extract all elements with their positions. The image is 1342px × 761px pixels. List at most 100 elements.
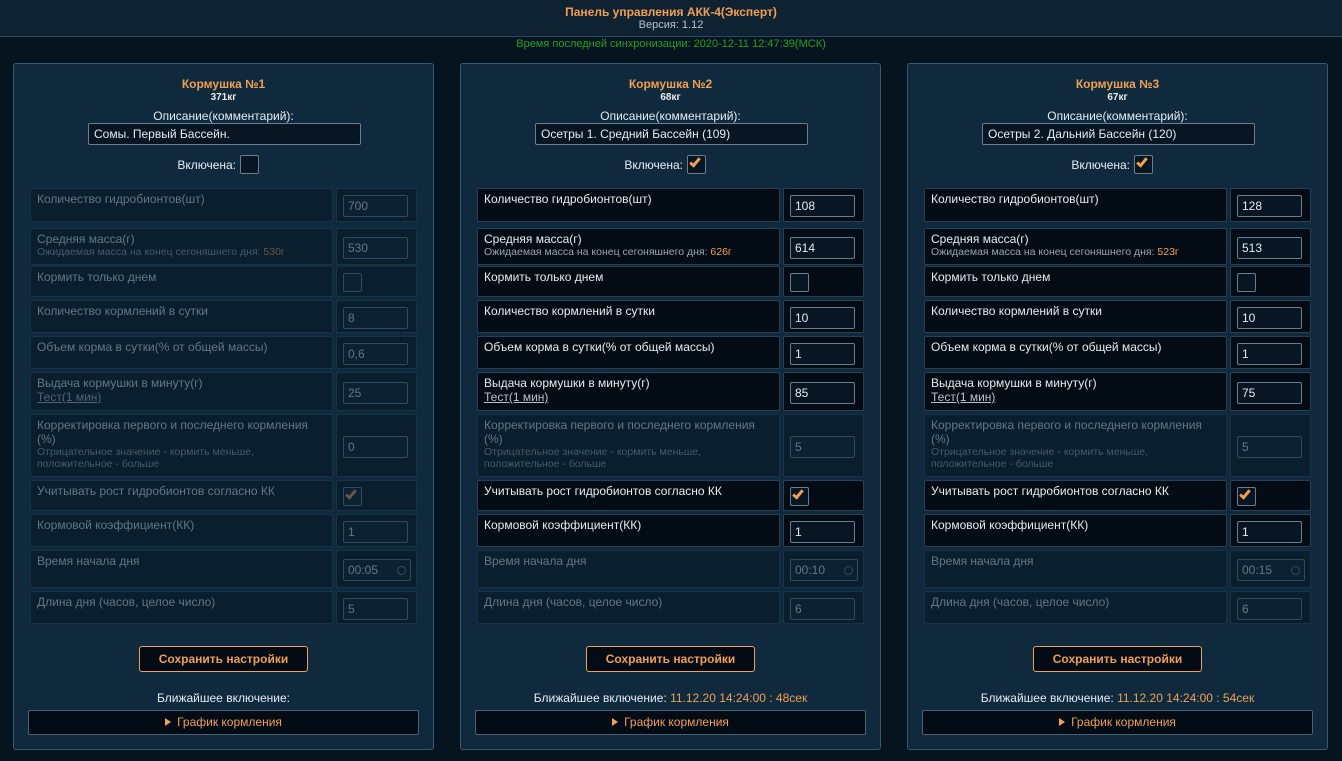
feed-coef-input[interactable]: 1 (1237, 521, 1302, 543)
feedings-per-day-input[interactable]: 8 (343, 307, 408, 329)
triangle-right-icon (612, 718, 619, 726)
description-input[interactable]: Осетры 2. Дальний Бассейн (120) (982, 123, 1255, 145)
check-icon (1239, 487, 1251, 500)
feedings-per-day-input[interactable]: 10 (790, 307, 855, 329)
growth-checkbox[interactable] (790, 487, 809, 506)
feed-volume-input[interactable]: 1 (790, 343, 855, 365)
feed-volume-input[interactable]: 0,6 (343, 343, 408, 365)
day-only-value-cell (783, 266, 864, 297)
feeding-schedule-toggle[interactable]: График кормления (475, 710, 866, 735)
day-only-label-text: Кормить только днем (37, 270, 157, 284)
save-settings-button[interactable]: Сохранить настройки (586, 646, 755, 672)
feed-volume-label-text: Объем корма в сутки(% от общей массы) (484, 340, 715, 354)
test-link[interactable]: Тест(1 мин) (37, 390, 326, 404)
feed-coef-label-text: Кормовой коэффициент(КК) (931, 518, 1089, 532)
correction-input[interactable]: 5 (790, 436, 855, 458)
save-settings-button[interactable]: Сохранить настройки (139, 646, 308, 672)
feedings-per-day-value-cell: 10 (1230, 300, 1311, 333)
day-only-label-text: Кормить только днем (931, 270, 1051, 284)
correction-note: Отрицательное значение - кормить меньше,… (37, 446, 255, 470)
growth-value-cell (1230, 480, 1311, 511)
enabled-checkbox[interactable] (240, 155, 259, 174)
feed-coef-label: Кормовой коэффициент(КК) (477, 514, 780, 547)
growth-checkbox[interactable] (343, 487, 362, 506)
feed-coef-input[interactable]: 1 (343, 521, 408, 543)
test-link[interactable]: Тест(1 мин) (484, 390, 773, 404)
feed-coef-label-text: Кормовой коэффициент(КК) (484, 518, 642, 532)
count-label-text: Количество гидробионтов(шт) (37, 192, 205, 206)
correction-label-text: Корректировка первого и последнего кормл… (37, 418, 308, 446)
correction-input[interactable]: 5 (1237, 436, 1302, 458)
feed-coef-value-cell: 1 (783, 514, 864, 547)
day-start-input[interactable]: 00:05 (343, 559, 411, 581)
feeder-panel-2: Кормушка №2 68кг Описание(комментарий): Осе… (460, 63, 881, 750)
description-label: Описание(комментарий): (600, 109, 741, 123)
description-input[interactable]: Сомы. Первый Бассейн. (88, 123, 361, 145)
expected-mass-label: Ожидаемая масса на конец сегоняшнего дня… (37, 246, 261, 258)
day-length-label-text: Длина дня (часов, целое число) (931, 595, 1110, 609)
day-start-label: Время начала дня (477, 550, 780, 588)
avg-mass-label-text: Средняя масса(г) (484, 232, 582, 246)
feedings-per-day-label: Количество кормлений в сутки (477, 300, 780, 333)
avg-mass-input[interactable]: 530 (343, 237, 408, 259)
feed-volume-value-cell: 0,6 (336, 336, 417, 369)
app-header: Панель управления АКК-4(Эксперт) Версия:… (0, 0, 1342, 37)
enabled-checkbox[interactable] (1134, 155, 1153, 174)
feedings-per-day-value-cell: 10 (783, 300, 864, 333)
feeding-schedule-toggle[interactable]: График кормления (28, 710, 419, 735)
output-per-minute-input[interactable]: 85 (790, 382, 855, 404)
count-input[interactable]: 128 (1237, 195, 1302, 217)
day-start-label-text: Время начала дня (484, 554, 587, 568)
feed-coef-input[interactable]: 1 (790, 521, 855, 543)
day-only-label: Кормить только днем (30, 266, 333, 297)
day-start-label-text: Время начала дня (37, 554, 140, 568)
correction-input[interactable]: 0 (343, 436, 408, 458)
next-activation-value: 11.12.20 14:24:00 : 54сек (1117, 691, 1255, 705)
day-only-checkbox[interactable] (790, 273, 809, 292)
expected-mass-value: 626г (710, 246, 732, 258)
output-per-minute-input[interactable]: 75 (1237, 382, 1302, 404)
count-input[interactable]: 108 (790, 195, 855, 217)
feedings-per-day-label-text: Количество кормлений в сутки (484, 304, 655, 318)
feedings-per-day-value-cell: 8 (336, 300, 417, 333)
day-only-checkbox[interactable] (1237, 273, 1256, 292)
day-start-input[interactable]: 00:10 (790, 559, 858, 581)
day-start-value-cell: 00:15 (1230, 550, 1311, 588)
check-icon (689, 155, 701, 168)
description-label: Описание(комментарий): (153, 109, 294, 123)
feed-volume-input[interactable]: 1 (1237, 343, 1302, 365)
correction-label: Корректировка первого и последнего кормл… (30, 414, 333, 477)
day-start-input[interactable]: 00:15 (1237, 559, 1305, 581)
day-start-value: 00:10 (795, 563, 826, 577)
correction-label: Корректировка первого и последнего кормл… (924, 414, 1227, 477)
expected-mass-value: 523г (1157, 246, 1179, 258)
output-per-minute-label-text: Выдача кормушки в минуту(г) (484, 376, 650, 390)
day-start-label: Время начала дня (924, 550, 1227, 588)
feeder-name: Кормушка №3 (1075, 77, 1160, 91)
description-input[interactable]: Осетры 1. Средний Бассейн (109) (535, 123, 808, 145)
expected-mass-value: 530г (263, 246, 285, 258)
day-length-input[interactable]: 6 (1237, 598, 1302, 620)
output-per-minute-value-cell: 85 (783, 372, 864, 411)
growth-value-cell (336, 480, 417, 511)
count-value-cell: 108 (783, 188, 864, 222)
output-per-minute-label: Выдача кормушки в минуту(г) Тест(1 мин) (924, 372, 1227, 411)
enabled-checkbox[interactable] (687, 155, 706, 174)
next-activation: Ближайшее включение: (14, 691, 433, 705)
day-length-input[interactable]: 6 (790, 598, 855, 620)
feedings-per-day-input[interactable]: 10 (1237, 307, 1302, 329)
avg-mass-input[interactable]: 513 (1237, 237, 1302, 259)
feeding-schedule-toggle[interactable]: График кормления (922, 710, 1313, 735)
clock-icon (397, 566, 406, 575)
expected-mass-note: Ожидаемая масса на конец сегоняшнего дня… (37, 246, 326, 258)
output-per-minute-input[interactable]: 25 (343, 382, 408, 404)
save-settings-button[interactable]: Сохранить настройки (1033, 646, 1202, 672)
correction-label-text: Корректировка первого и последнего кормл… (484, 418, 755, 446)
test-link[interactable]: Тест(1 мин) (931, 390, 1220, 404)
day-length-input[interactable]: 5 (343, 598, 408, 620)
day-only-checkbox[interactable] (343, 273, 362, 292)
growth-checkbox[interactable] (1237, 487, 1256, 506)
avg-mass-input[interactable]: 614 (790, 237, 855, 259)
growth-label-text: Учитывать рост гидробионтов согласно КК (931, 484, 1169, 498)
count-input[interactable]: 700 (343, 195, 408, 217)
